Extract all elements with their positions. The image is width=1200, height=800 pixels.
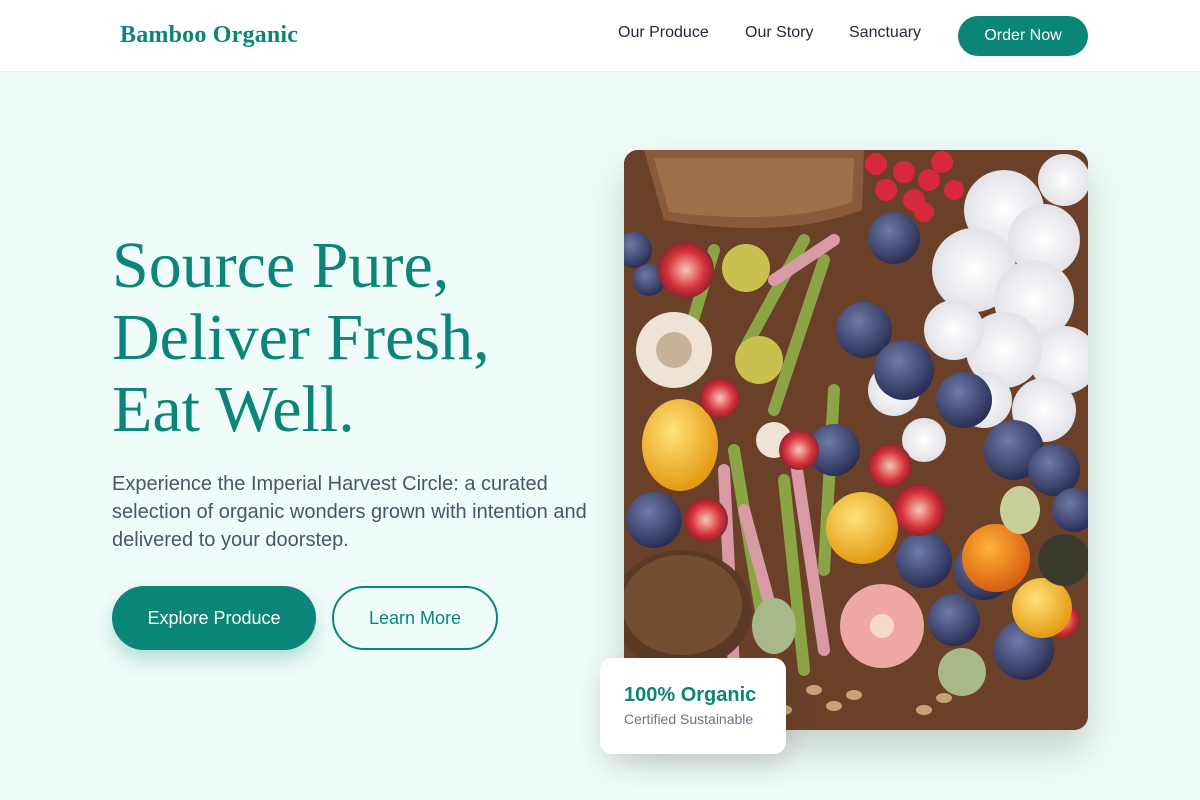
hero-title-line-2: Deliver Fresh, xyxy=(112,301,490,374)
nav-our-story[interactable]: Our Story xyxy=(745,24,813,42)
organic-badge: 100% Organic Certified Sustainable xyxy=(600,658,786,754)
hero-title: Source Pure, Deliver Fresh, Eat Well. xyxy=(112,230,592,446)
learn-more-button[interactable]: Learn More xyxy=(332,586,498,650)
produce-photo xyxy=(624,150,1088,730)
hero-title-line-3: Eat Well. xyxy=(112,373,355,446)
nav-sanctuary[interactable]: Sanctuary xyxy=(849,24,921,42)
hero-subtitle: Experience the Imperial Harvest Circle: … xyxy=(112,473,587,551)
order-now-button[interactable]: Order Now xyxy=(958,16,1088,56)
brand-logo[interactable]: Bamboo Organic xyxy=(120,22,298,49)
hero-title-line-1: Source Pure, xyxy=(112,229,450,302)
site-header: Bamboo Organic Our Produce Our Story San… xyxy=(0,0,1200,72)
explore-produce-button[interactable]: Explore Produce xyxy=(112,586,316,650)
badge-subtitle: Certified Sustainable xyxy=(624,711,754,727)
nav-our-produce[interactable]: Our Produce xyxy=(618,24,709,42)
badge-title: 100% Organic xyxy=(624,684,757,706)
